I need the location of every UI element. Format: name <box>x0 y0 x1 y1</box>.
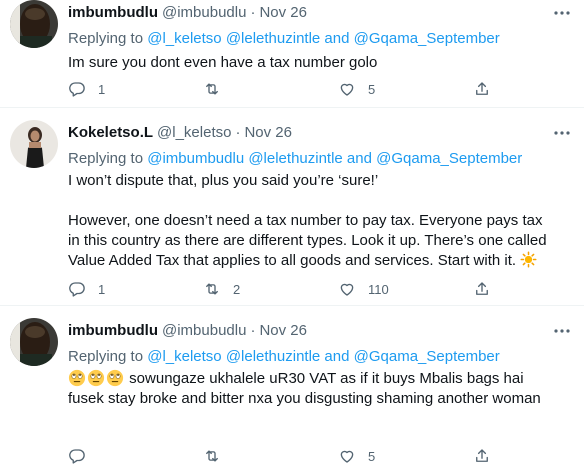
reply-count: 1 <box>98 281 106 297</box>
reply-bubble-icon <box>69 282 85 297</box>
retweet-count: 2 <box>233 281 241 297</box>
reply-button[interactable]: 1 <box>68 79 203 99</box>
display-name[interactable]: imbumbudlu <box>68 3 158 23</box>
more-horizontal-icon[interactable] <box>552 3 572 23</box>
reply-bubble-icon <box>69 82 85 97</box>
tweet-text-paragraph: sowungaze ukhalele uR30 VAT as if it buy… <box>68 369 558 409</box>
tweet[interactable]: Kokeletso.L @l_keletso · Nov 26 Replying… <box>0 108 584 305</box>
like-count: 5 <box>368 448 376 464</box>
replying-to-label: Replying to <box>68 30 148 47</box>
retweet-icon <box>206 283 218 295</box>
user-handle[interactable]: @imbubudlu <box>162 321 246 341</box>
reply-bubble-icon <box>69 449 85 464</box>
reply-count: 1 <box>98 81 106 97</box>
reply-button[interactable] <box>68 446 203 466</box>
tweet[interactable]: imbumbudlu @imbubudlu · Nov 26 Replying … <box>0 0 584 107</box>
timestamp[interactable]: Nov 26 <box>244 123 292 143</box>
replying-to: Replying to @imbumbudlu @lelethuzintle a… <box>68 149 572 169</box>
like-button[interactable]: 110 <box>338 279 473 299</box>
avatar-image <box>10 120 58 168</box>
share-button[interactable] <box>473 279 503 299</box>
user-handle[interactable]: @l_keletso <box>157 123 231 143</box>
replying-to: Replying to @l_keletso @lelethuzintle an… <box>68 347 572 367</box>
retweet-icon <box>206 83 218 95</box>
more-horizontal-icon[interactable] <box>552 123 572 143</box>
share-button[interactable] <box>473 446 503 466</box>
share-icon <box>476 82 488 95</box>
replying-to-label: Replying to <box>68 348 148 365</box>
tweet-text-line: Im sure you dont even have a tax number … <box>68 54 378 71</box>
like-button[interactable]: 5 <box>338 446 473 466</box>
share-button[interactable] <box>473 79 503 99</box>
avatar[interactable] <box>10 120 58 168</box>
separator-dot: · <box>250 322 256 339</box>
tweet-header: imbumbudlu @imbubudlu · Nov 26 <box>68 321 572 341</box>
rolling-eyes-emoji-icon <box>87 369 105 387</box>
retweet-button[interactable] <box>203 446 338 466</box>
separator-dot: · <box>250 4 256 21</box>
separator-dot: · <box>235 124 241 141</box>
avatar-image <box>10 0 58 48</box>
avatar[interactable] <box>10 318 58 366</box>
tweet-header: Kokeletso.L @l_keletso · Nov 26 <box>68 123 572 143</box>
timestamp[interactable]: Nov 26 <box>259 3 307 23</box>
heart-icon <box>340 83 354 96</box>
timestamp[interactable]: Nov 26 <box>259 321 307 341</box>
action-bar: 5 <box>68 446 508 466</box>
retweet-button[interactable] <box>203 79 338 99</box>
tweet-text-body: However, one doesn’t need a tax number t… <box>68 212 547 269</box>
tweet-text-body: sowungaze ukhalele uR30 VAT as if it buy… <box>68 370 541 407</box>
tweet-header: imbumbudlu @imbubudlu · Nov 26 <box>68 3 572 23</box>
display-name[interactable]: Kokeletso.L <box>68 123 153 143</box>
mention-links[interactable]: @l_keletso @lelethuzintle and @Gqama_Sep… <box>147 348 500 365</box>
action-bar: 1 5 <box>68 79 508 99</box>
retweet-button[interactable]: 2 <box>203 279 338 299</box>
replying-to-label: Replying to <box>68 150 148 167</box>
tweet-text: Im sure you dont even have a tax number … <box>68 53 572 73</box>
tweet-text-line: I won’t dispute that, plus you said you’… <box>68 172 379 189</box>
rolling-eyes-emoji-icon <box>106 369 124 387</box>
avatar-image <box>10 318 58 366</box>
mention-links[interactable]: @l_keletso @lelethuzintle and @Gqama_Sep… <box>147 30 500 47</box>
avatar[interactable] <box>10 0 58 48</box>
retweet-icon <box>206 450 218 462</box>
display-name[interactable]: imbumbudlu <box>68 321 158 341</box>
tweet-text-paragraph: However, one doesn’t need a tax number t… <box>68 211 556 271</box>
sun-emoji-icon <box>520 251 537 268</box>
user-handle[interactable]: @imbubudlu <box>162 3 246 23</box>
share-icon <box>476 449 488 462</box>
heart-icon <box>340 450 354 463</box>
replying-to: Replying to @l_keletso @lelethuzintle an… <box>68 29 572 49</box>
reply-button[interactable]: 1 <box>68 279 203 299</box>
like-button[interactable]: 5 <box>338 79 473 99</box>
tweet[interactable]: imbumbudlu @imbubudlu · Nov 26 Replying … <box>0 306 584 464</box>
rolling-eyes-emoji-icon <box>68 369 86 387</box>
action-bar: 1 2 110 <box>68 279 508 299</box>
mention-links[interactable]: @imbumbudlu @lelethuzintle and @Gqama_Se… <box>147 150 522 167</box>
like-count: 110 <box>368 281 389 297</box>
heart-icon <box>340 283 354 296</box>
like-count: 5 <box>368 81 376 97</box>
more-horizontal-icon[interactable] <box>552 321 572 341</box>
tweet-text: sowungaze ukhalele uR30 VAT as if it buy… <box>68 369 572 409</box>
tweet-text: I won’t dispute that, plus you said you’… <box>68 171 572 271</box>
share-icon <box>476 282 488 295</box>
